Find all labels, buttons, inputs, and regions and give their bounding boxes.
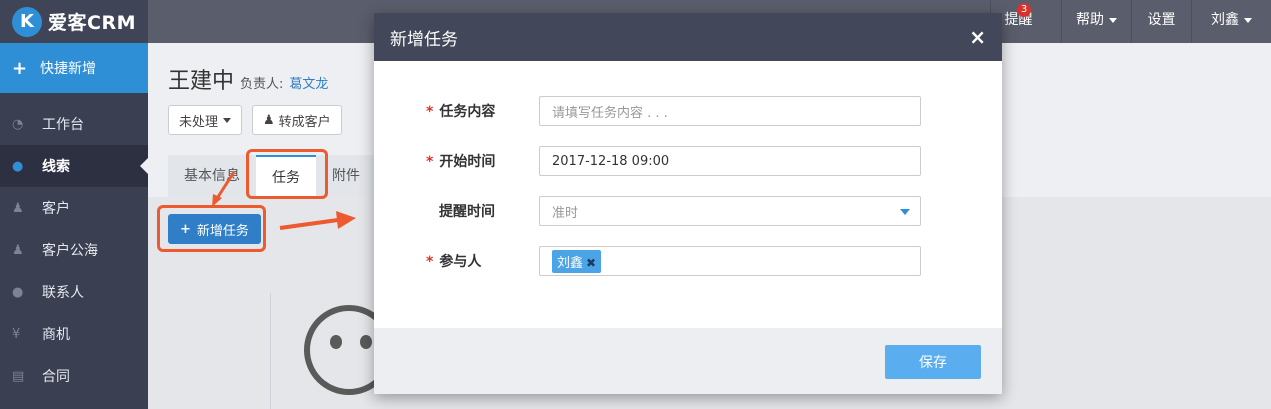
task-content-row: * 任务内容 请填写任务内容 . . . [374, 96, 1002, 126]
save-button[interactable]: 保存 [885, 345, 981, 379]
new-task-modal: 新增任务 × * 任务内容 请填写任务内容 . . . * 开始时间 2017-12… [374, 13, 1002, 394]
modal-header: 新增任务 × [374, 13, 1002, 61]
start-time-input[interactable]: 2017-12-18 09:00 [539, 146, 921, 176]
task-content-input[interactable]: 请填写任务内容 . . . [539, 96, 921, 126]
participant-tag: 刘鑫 ✖ [552, 249, 602, 273]
start-time-row: * 开始时间 2017-12-18 09:00 [374, 146, 1002, 176]
annotation-arrowhead [336, 211, 356, 229]
annotation-arrow-right [279, 218, 339, 230]
participants-input[interactable]: 刘鑫 ✖ [539, 246, 921, 276]
participants-label: * 参与人 [426, 254, 482, 270]
modal-footer: 保存 [374, 328, 1002, 394]
participants-row: * 参与人 刘鑫 ✖ [374, 246, 1002, 276]
remove-tag-icon[interactable]: ✖ [586, 256, 596, 270]
annotation-arrowhead [212, 194, 222, 207]
annotation-arrow-down [214, 171, 236, 201]
start-time-label: * 开始时间 [426, 154, 496, 170]
remind-time-row: 提醒时间 准时 [374, 196, 1002, 226]
task-content-label: * 任务内容 [426, 104, 496, 120]
modal-title: 新增任务 [390, 29, 458, 50]
remind-time-value: 准时 [552, 205, 579, 221]
remind-time-select[interactable]: 准时 [539, 196, 921, 226]
remind-time-label: 提醒时间 [439, 204, 495, 220]
chevron-down-icon [900, 209, 910, 215]
close-icon[interactable]: × [969, 25, 986, 49]
